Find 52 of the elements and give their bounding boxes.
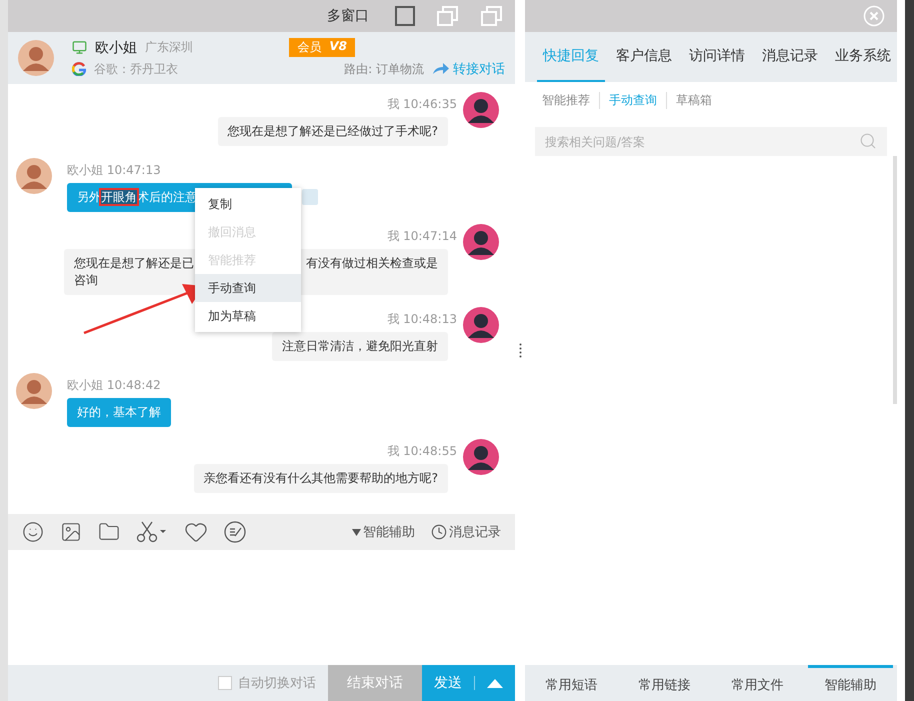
share-arrow-icon (432, 63, 450, 75)
avatar (16, 373, 52, 409)
scissors-icon[interactable] (136, 521, 168, 543)
avatar (463, 307, 499, 343)
avatar (16, 158, 52, 194)
folder-icon[interactable] (98, 521, 120, 543)
monitor-icon (72, 40, 87, 55)
caret-icon (487, 678, 503, 688)
route-label: 路由: 订单物流 (344, 60, 424, 78)
panel-tab[interactable]: 访问详情 (683, 32, 751, 82)
message-bubble: 注意日常清洁，避免阳光直射 (272, 332, 448, 361)
sub-tab[interactable]: 智能推荐 (542, 92, 599, 109)
panel-tab[interactable]: 业务系统 (829, 32, 897, 82)
checklist-icon[interactable] (224, 521, 246, 543)
avatar (463, 224, 499, 260)
visitor-name: 欧小姐 (95, 38, 137, 56)
image-icon[interactable] (60, 521, 82, 543)
message-meta: 欧小姐 10:47:13 (67, 162, 161, 179)
sub-tab[interactable]: 草稿箱 (666, 92, 721, 109)
maximize-icon[interactable] (395, 6, 415, 26)
panel-tab[interactable]: 客户信息 (610, 32, 678, 82)
message-meta: 我 10:47:14 (387, 228, 457, 245)
caret-icon (352, 528, 361, 536)
avatar (463, 92, 499, 128)
bottom-tab[interactable]: 智能辅助 (808, 665, 893, 701)
bottom-tab[interactable]: 常用链接 (622, 665, 707, 701)
history-button[interactable]: 消息记录 (431, 523, 501, 541)
message-meta: 我 10:48:55 (387, 443, 457, 460)
bottom-tab[interactable]: 常用短语 (529, 665, 614, 701)
avatar (18, 40, 54, 76)
visitor-location: 广东深圳 (145, 39, 193, 56)
message-meta: 我 10:48:13 (387, 311, 457, 328)
message-bubble: 您现在是想了解还是已经做过了手术呢? (218, 117, 448, 146)
avatar (463, 439, 499, 475)
clock-icon (431, 524, 447, 540)
search-field[interactable]: 搜索相关问题/答案 (535, 127, 887, 156)
menu-item[interactable]: 手动查询 (195, 274, 301, 302)
message-bubble: 亲您看还有没有什么其他需要帮助的地方呢? (194, 464, 448, 493)
member-badge: 会员 V8 (289, 38, 355, 57)
message-meta: 欧小姐 10:48:42 (67, 377, 161, 394)
google-icon (72, 62, 86, 76)
visitor-source: 谷歌：乔丹卫衣 (94, 60, 178, 78)
message-meta: 我 10:46:35 (387, 96, 457, 113)
drag-handle-icon[interactable] (518, 342, 522, 358)
scrollbar[interactable] (893, 156, 897, 404)
bottom-tab[interactable]: 常用文件 (715, 665, 800, 701)
emoji-icon[interactable] (22, 521, 44, 543)
menu-item[interactable]: 加为草稿 (195, 302, 301, 330)
window-title: 多窗口 (327, 7, 369, 25)
message-bubble: 好的，基本了解 (67, 398, 171, 427)
panel-tab[interactable]: 消息记录 (756, 32, 824, 82)
assist-button[interactable]: 智能辅助 (352, 523, 415, 541)
